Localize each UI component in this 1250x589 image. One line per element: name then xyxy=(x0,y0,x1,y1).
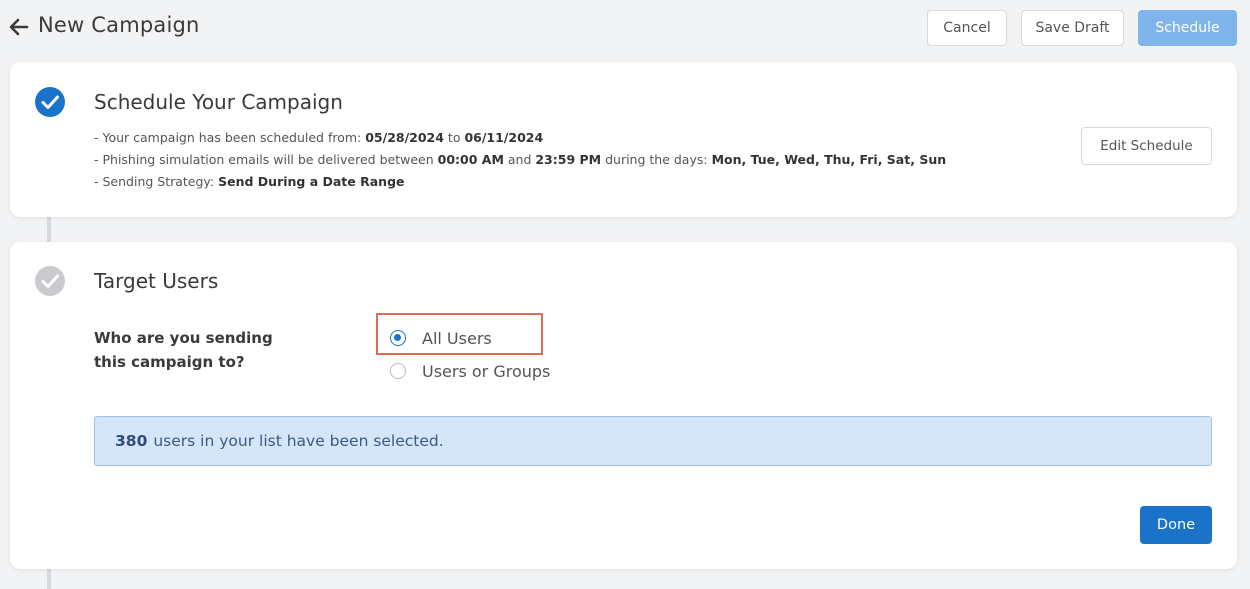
schedule-step-title: Schedule Your Campaign xyxy=(94,90,343,114)
schedule-strategy: - Sending Strategy: Send During a Date R… xyxy=(94,174,405,189)
schedule-step-card: Schedule Your Campaign - Your campaign h… xyxy=(10,62,1237,217)
target-question: Who are you sending this campaign to? xyxy=(94,326,324,374)
radio-button[interactable] xyxy=(390,363,406,379)
arrow-left-icon[interactable] xyxy=(9,17,29,37)
schedule-button[interactable]: Schedule xyxy=(1138,10,1237,46)
radio-label: Users or Groups xyxy=(422,361,551,381)
radio-button-checked[interactable] xyxy=(390,330,406,346)
cancel-button[interactable]: Cancel xyxy=(927,10,1007,46)
end-time: 23:59 PM xyxy=(535,152,602,167)
radio-label: All Users xyxy=(422,328,492,348)
page-title: New Campaign xyxy=(38,13,200,37)
delivery-days: Mon, Tue, Wed, Thu, Fri, Sat, Sun xyxy=(711,152,947,167)
start-date: 05/28/2024 xyxy=(365,130,444,145)
strategy-value: Send During a Date Range xyxy=(218,174,405,189)
detail-text: and xyxy=(503,152,536,167)
radio-all-users[interactable]: All Users xyxy=(390,326,492,350)
timeline-connector xyxy=(47,217,51,242)
schedule-date-range: - Your campaign has been scheduled from:… xyxy=(94,130,543,145)
selected-count: 380 xyxy=(115,432,148,450)
selected-text: users in your list have been selected. xyxy=(153,432,444,450)
detail-text: to xyxy=(443,130,465,145)
edit-schedule-button[interactable]: Edit Schedule xyxy=(1081,127,1212,165)
target-users-step-card: Target Users Who are you sending this ca… xyxy=(10,242,1237,569)
detail-text: - Sending Strategy: xyxy=(94,174,219,189)
check-circle-icon xyxy=(35,87,65,117)
detail-text: - Phishing simulation emails will be del… xyxy=(94,152,438,167)
detail-text: - Your campaign has been scheduled from: xyxy=(94,130,366,145)
question-line: this campaign to? xyxy=(94,353,245,371)
done-button[interactable]: Done xyxy=(1140,506,1212,544)
schedule-delivery-window: - Phishing simulation emails will be del… xyxy=(94,152,946,167)
detail-text: during the days: xyxy=(601,152,712,167)
end-date: 06/11/2024 xyxy=(464,130,544,145)
save-draft-button[interactable]: Save Draft xyxy=(1021,10,1124,46)
selection-info-banner: 380 users in your list have been selecte… xyxy=(94,416,1212,466)
question-line: Who are you sending xyxy=(94,329,273,347)
radio-users-or-groups[interactable]: Users or Groups xyxy=(390,359,550,383)
page-header: New Campaign Cancel Save Draft Schedule xyxy=(0,0,1250,56)
check-circle-icon xyxy=(35,266,65,296)
start-time: 00:00 AM xyxy=(437,152,504,167)
timeline-connector xyxy=(47,569,51,589)
target-users-title: Target Users xyxy=(94,269,219,293)
